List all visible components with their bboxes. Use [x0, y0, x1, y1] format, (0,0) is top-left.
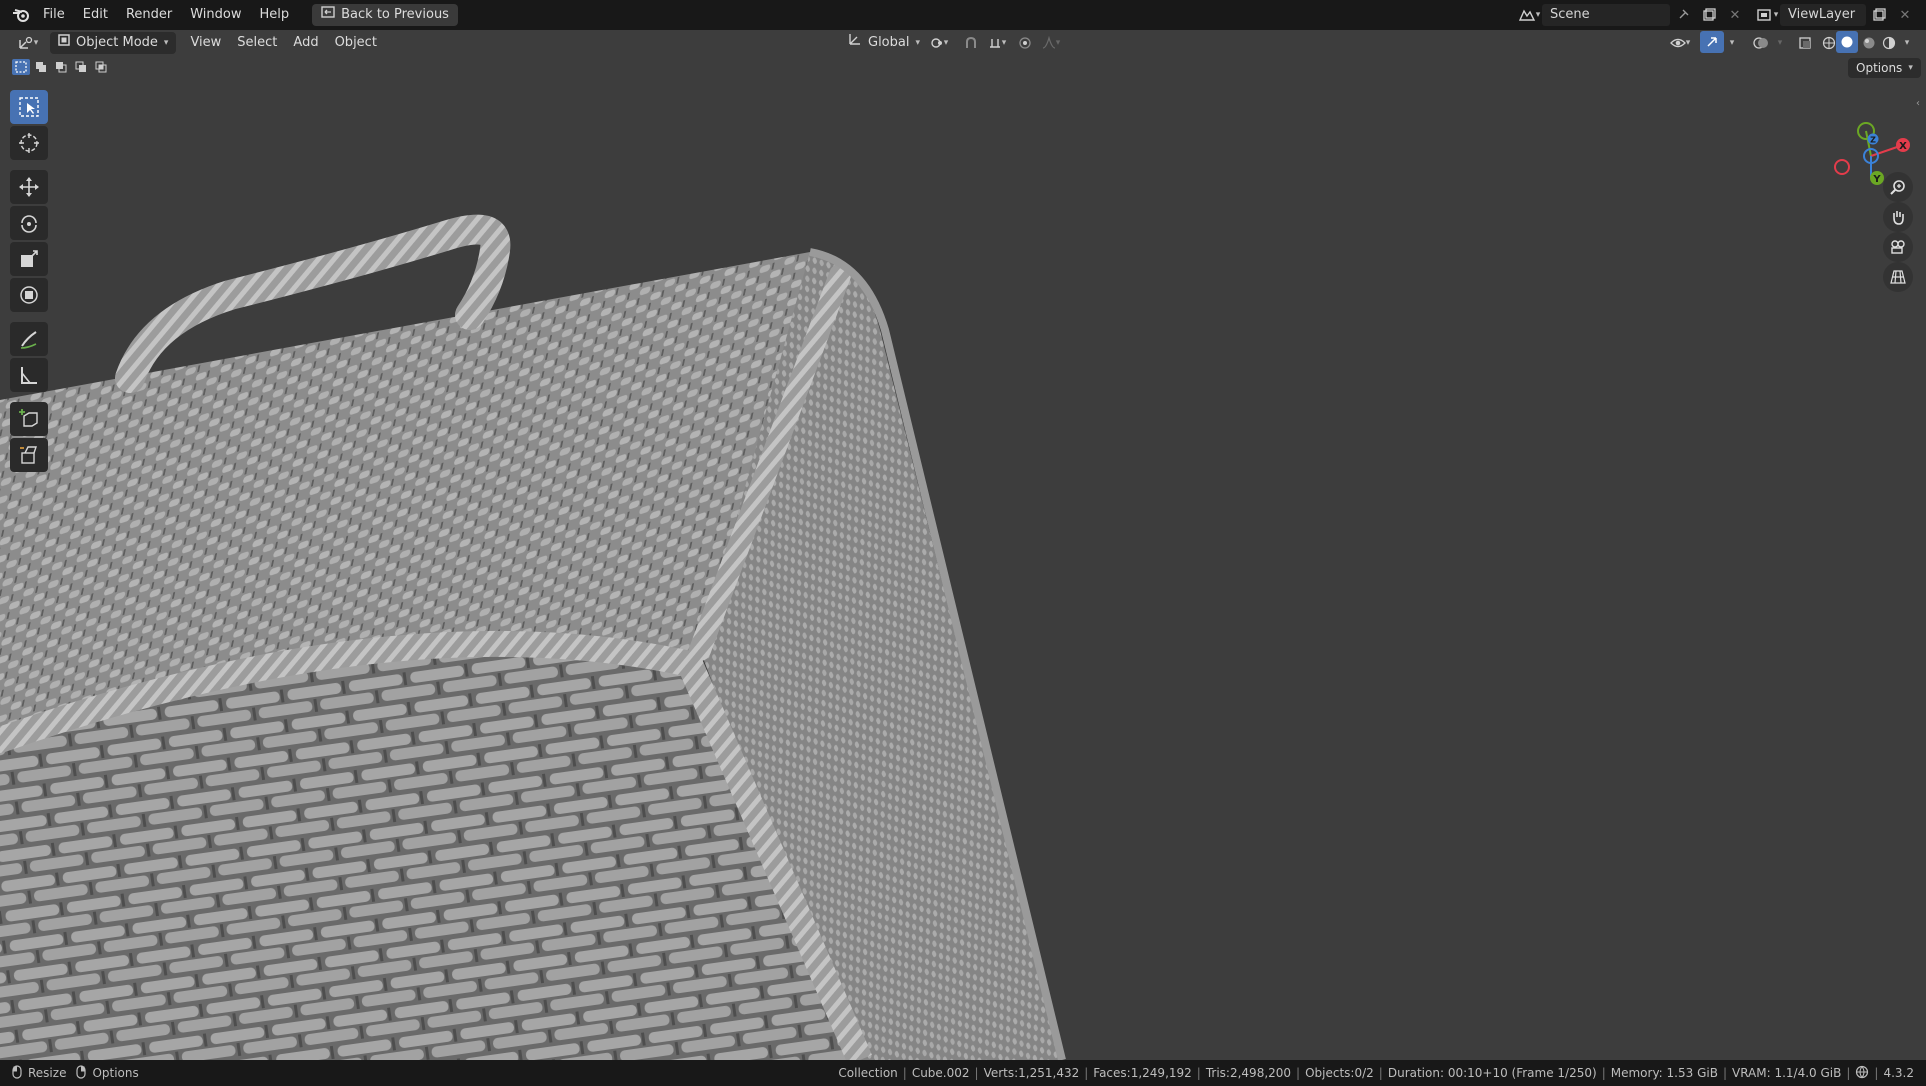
rotate-tool[interactable]: [10, 206, 48, 240]
scene-name-field[interactable]: Scene: [1542, 4, 1670, 26]
top-menu-bar: File Edit Render Window Help Back to Pre…: [0, 0, 1926, 30]
sidebar-toggle-chevron[interactable]: ‹: [1916, 98, 1920, 109]
view-layer-field[interactable]: ViewLayer: [1780, 4, 1866, 26]
pin-icon[interactable]: [1670, 3, 1696, 27]
snap-target-icon[interactable]: ▾: [982, 31, 1012, 55]
axis-z-label: Z: [1870, 136, 1876, 145]
snap-icon[interactable]: [958, 31, 984, 55]
move-tool[interactable]: [10, 170, 48, 204]
new-view-layer-icon[interactable]: [1866, 3, 1892, 27]
select-intersect-icon[interactable]: [92, 59, 110, 75]
solid-shading-icon[interactable]: [1836, 31, 1858, 53]
select-new-icon[interactable]: [12, 59, 30, 75]
network-icon: [1855, 1065, 1869, 1082]
extrude-tool[interactable]: [10, 438, 48, 472]
add-menu[interactable]: Add: [285, 32, 326, 54]
menu-render[interactable]: Render: [117, 0, 181, 30]
xray-toggle-icon[interactable]: [1792, 31, 1818, 55]
chevron-down-icon: ▾: [915, 38, 921, 48]
status-version: 4.3.2: [1883, 1066, 1914, 1080]
options-dropdown[interactable]: Options ▾: [1848, 58, 1921, 78]
tool-shelf: [10, 88, 52, 474]
status-options-label: Options: [92, 1066, 139, 1080]
status-collection: Collection: [838, 1066, 898, 1080]
show-gizmo-toggle[interactable]: [1700, 31, 1724, 53]
chevron-down-icon: ▾: [1908, 63, 1913, 73]
cursor-tool[interactable]: [10, 126, 48, 160]
status-memory: Memory: 1.53 GiB: [1610, 1066, 1718, 1080]
status-duration: Duration: 00:10+10 (Frame 1/250): [1387, 1066, 1597, 1080]
transform-orientation-dropdown[interactable]: Global ▾: [840, 32, 928, 54]
status-bar: Resize Options Collection | Cube.002 | Ver…: [0, 1060, 1926, 1086]
pan-hand-icon[interactable]: [1883, 202, 1913, 232]
select-box-tool[interactable]: [10, 90, 48, 124]
view-layer-icon[interactable]: ▾: [1754, 3, 1780, 27]
menu-help[interactable]: Help: [251, 0, 299, 30]
status-verts: Verts:1,251,432: [983, 1066, 1080, 1080]
material-preview-icon[interactable]: [1858, 31, 1880, 55]
mouse-right-icon: [76, 1064, 87, 1082]
camera-view-icon[interactable]: [1883, 232, 1913, 262]
chevron-down-icon: ▾: [163, 38, 169, 48]
zoom-icon[interactable]: [1883, 172, 1913, 202]
menu-file[interactable]: File: [34, 0, 74, 30]
overlay-options-chevron[interactable]: ▾: [1772, 31, 1788, 55]
perspective-toggle-icon[interactable]: [1883, 262, 1913, 292]
transform-tool[interactable]: [10, 278, 48, 312]
mouse-left-icon: [12, 1064, 22, 1082]
gizmo-options-chevron[interactable]: ▾: [1724, 31, 1740, 55]
visibility-selectability-icon[interactable]: ▾: [1664, 31, 1696, 55]
object-menu[interactable]: Object: [327, 32, 385, 54]
menu-window[interactable]: Window: [181, 0, 250, 30]
new-scene-icon[interactable]: [1696, 3, 1722, 27]
viewport-header: ▾ Object Mode ▾ View Select Add Object G…: [0, 30, 1926, 56]
status-resize-label: Resize: [28, 1066, 67, 1080]
select-subtract-icon[interactable]: [52, 59, 70, 75]
back-to-previous-label: Back to Previous: [341, 7, 449, 22]
select-menu[interactable]: Select: [229, 32, 285, 54]
scale-tool[interactable]: [10, 242, 48, 276]
delete-view-layer-icon[interactable]: ✕: [1892, 3, 1918, 27]
scene-selector-icon[interactable]: ▾: [1516, 3, 1542, 27]
falloff-icon[interactable]: ▾: [1036, 31, 1066, 55]
status-vram: VRAM: 1.1/4.0 GiB: [1731, 1066, 1842, 1080]
status-tris: Tris:2,498,200: [1205, 1066, 1292, 1080]
3d-viewport[interactable]: X Y Z: [0, 30, 1926, 1060]
select-invert-icon[interactable]: [72, 59, 90, 75]
rendered-shading-icon[interactable]: [1878, 31, 1900, 55]
shading-options-chevron[interactable]: ▾: [1898, 31, 1916, 55]
options-label: Options: [1856, 61, 1903, 75]
orientation-label: Global: [868, 35, 910, 50]
show-overlays-toggle[interactable]: [1748, 31, 1774, 55]
orientation-icon: [848, 32, 862, 54]
object-mode-dropdown[interactable]: Object Mode ▾: [50, 32, 177, 54]
select-extend-icon[interactable]: [32, 59, 50, 75]
back-to-previous-button[interactable]: Back to Previous: [312, 4, 458, 26]
annotate-tool[interactable]: [10, 322, 48, 356]
axis-x-label: X: [1899, 141, 1907, 152]
measure-tool[interactable]: [10, 358, 48, 392]
proportional-editing-icon[interactable]: [1012, 31, 1038, 55]
status-active-object: Cube.002: [911, 1066, 970, 1080]
editor-type-icon[interactable]: ▾: [12, 31, 44, 55]
back-icon: [321, 4, 335, 26]
axis-x-negative[interactable]: [1834, 159, 1850, 175]
menu-edit[interactable]: Edit: [74, 0, 117, 30]
view-menu[interactable]: View: [182, 32, 229, 54]
add-cube-tool[interactable]: [10, 402, 48, 436]
pivot-point-icon[interactable]: ▾: [924, 31, 954, 55]
blender-logo-icon[interactable]: [8, 3, 34, 27]
object-mode-label: Object Mode: [76, 35, 158, 50]
wicker-basket-render: [0, 214, 1066, 1060]
object-mode-icon: [58, 32, 70, 54]
selection-mode-toolbar: [12, 59, 110, 75]
status-faces: Faces:1,249,192: [1093, 1066, 1192, 1080]
delete-scene-icon[interactable]: ✕: [1722, 3, 1748, 27]
status-objects: Objects:0/2: [1305, 1066, 1374, 1080]
viewport-navigation-controls: [1883, 172, 1913, 292]
axis-y-label: Y: [1872, 174, 1881, 185]
